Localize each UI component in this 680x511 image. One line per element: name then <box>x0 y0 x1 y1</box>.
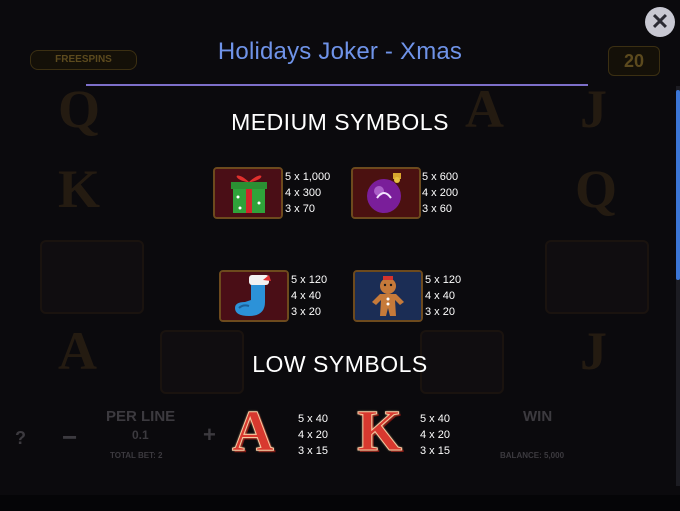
help-button[interactable]: ? <box>15 428 26 449</box>
gingerbread-symbol <box>353 270 423 322</box>
letter-k-pays: 5 x 40 4 x 20 3 x 15 <box>420 413 450 457</box>
ornament-symbol <box>351 167 421 219</box>
medium-symbols-heading: MEDIUM SYMBOLS <box>231 109 449 135</box>
gift-symbol <box>213 167 283 219</box>
stocking-symbol <box>219 270 289 322</box>
game-background: FREESPINS 20 Q K A J Q J A ? − PER LINE … <box>0 0 680 511</box>
per-line-label: PER LINE <box>106 408 176 425</box>
ornament-pays: 5 x 600 4 x 200 3 x 60 <box>422 171 459 215</box>
stocking-icon <box>221 272 287 320</box>
letter-a-symbol: A <box>232 398 275 463</box>
bg-symbol-frame <box>40 240 144 314</box>
gingerbread-icon <box>355 272 421 320</box>
gift-icon <box>215 169 281 217</box>
balance: BALANCE: 5,000 <box>500 451 565 460</box>
per-line-value: 0.1 <box>132 428 149 442</box>
title-divider <box>86 84 588 86</box>
bet-minus-button[interactable]: − <box>62 422 77 453</box>
gingerbread-pays: 5 x 120 4 x 40 3 x 20 <box>425 274 462 318</box>
letter-a-pays: 5 x 40 4 x 20 3 x 15 <box>298 413 328 457</box>
paytable-title: Holidays Joker - Xmas <box>217 38 463 65</box>
bet-panel: ? − PER LINE 0.1 TOTAL BET: 2 + WIN BALA… <box>0 400 680 470</box>
footer-bar <box>0 495 680 511</box>
gift-pays: 5 x 1,000 4 x 300 3 x 70 <box>285 171 331 215</box>
bet-plus-button[interactable]: + <box>203 422 216 448</box>
ornament-icon <box>353 169 419 217</box>
bg-symbol: Q <box>575 159 618 219</box>
bg-symbol-frame <box>545 240 649 314</box>
win-label: WIN <box>523 408 553 425</box>
total-bet: TOTAL BET: 2 <box>110 451 163 460</box>
close-button[interactable]: ✕ <box>645 7 675 37</box>
close-icon: ✕ <box>650 9 670 34</box>
low-symbols-heading: LOW SYMBOLS <box>252 351 428 377</box>
stocking-pays: 5 x 120 4 x 40 3 x 20 <box>291 274 328 318</box>
letter-k-symbol: K <box>356 398 403 463</box>
bg-symbol: K <box>58 159 101 219</box>
